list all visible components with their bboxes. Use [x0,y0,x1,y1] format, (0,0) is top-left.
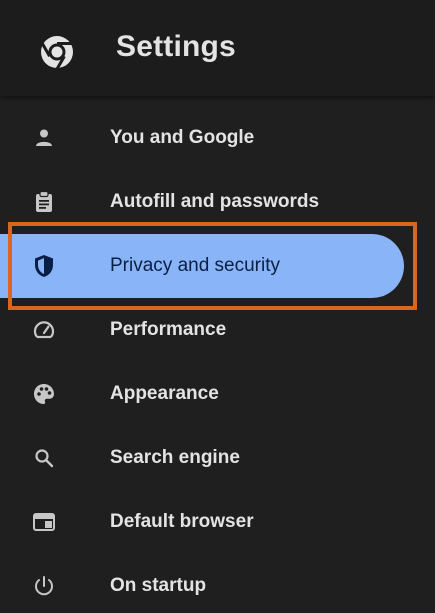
search-icon [32,446,56,470]
clipboard-icon [32,190,56,214]
settings-header: Settings [0,0,435,96]
sidebar-item-label: On startup [110,575,207,596]
sidebar-item-label: Search engine [110,447,240,468]
shield-icon [32,254,56,278]
sidebar-item-label: Default browser [110,511,254,532]
sidebar-item-label: Privacy and security [110,255,281,276]
settings-page: Settings You and Google Autofill and pas… [0,0,435,613]
sidebar-item-default-browser[interactable]: Default browser [0,490,404,554]
chrome-logo-icon[interactable] [40,35,74,69]
sidebar-item-search-engine[interactable]: Search engine [0,426,404,490]
sidebar-item-performance[interactable]: Performance [0,298,404,362]
browser-window-icon [32,510,56,534]
sidebar-item-label: Autofill and passwords [110,191,320,212]
speedometer-icon [32,318,56,342]
sidebar-item-label: You and Google [110,127,255,148]
sidebar-item-on-startup[interactable]: On startup [0,554,404,613]
sidebar-item-appearance[interactable]: Appearance [0,362,404,426]
power-icon [32,574,56,598]
sidebar-item-autofill-and-passwords[interactable]: Autofill and passwords [0,170,404,234]
page-title: Settings [116,30,236,63]
sidebar-item-label: Appearance [110,383,219,404]
palette-icon [32,382,56,406]
sidebar-item-privacy-and-security[interactable]: Privacy and security [0,234,404,298]
sidebar-item-label: Performance [110,319,227,340]
person-icon [32,126,56,150]
sidebar-item-you-and-google[interactable]: You and Google [0,106,404,170]
settings-sidebar: You and Google Autofill and passwords Pr… [0,106,435,613]
